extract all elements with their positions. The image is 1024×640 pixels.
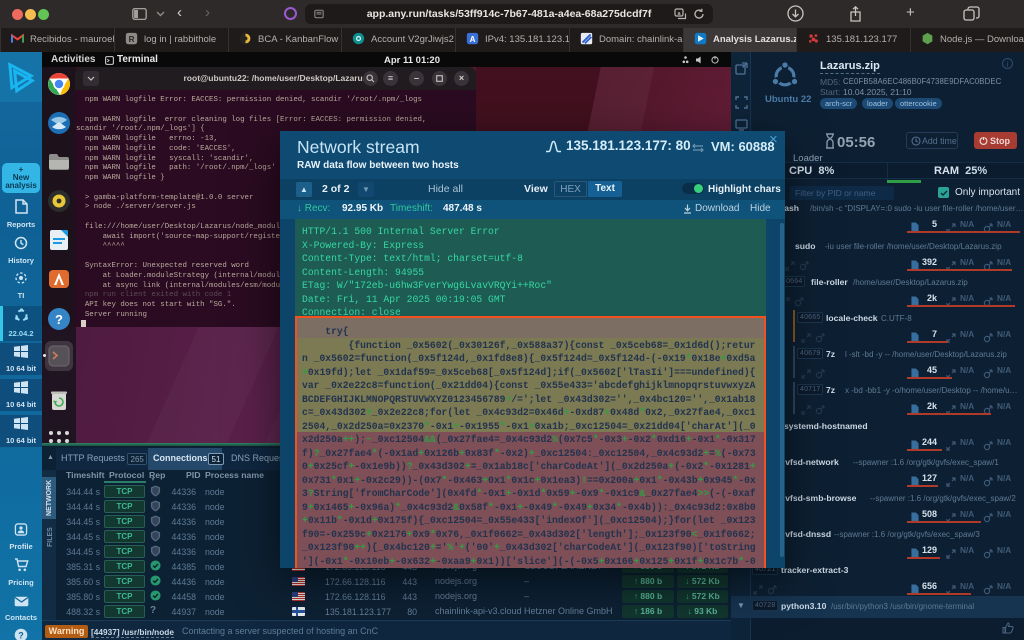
svg-text:R: R — [129, 35, 135, 44]
svg-text:A: A — [470, 35, 476, 44]
svg-text:?: ? — [55, 312, 63, 327]
svg-text:?: ? — [18, 630, 24, 640]
